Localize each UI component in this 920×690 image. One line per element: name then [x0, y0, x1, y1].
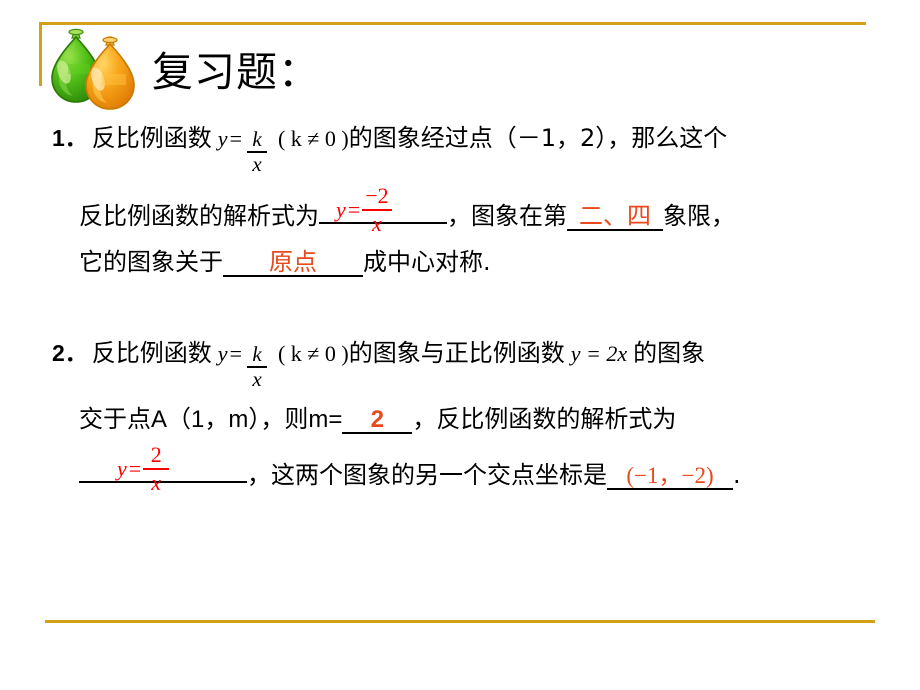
q1-answer-quadrant: 二、四 — [579, 202, 651, 230]
q1-answer-blank-quadrant[interactable]: 二、四 — [567, 204, 663, 231]
question-2: 2． 反比例函数 y = k x ( k ≠ 0 ) 的图象与正比例函数 y =… — [52, 341, 741, 507]
q1-formula-numerator: k — [252, 127, 262, 151]
q2-formula-denominator: x — [252, 367, 262, 391]
q2-l2-text-before: 交于点A（1，m），则m= — [79, 406, 343, 433]
question-1-line-2: 反比例函数的解析式为 y = −2 x ，图象在第 二、四 象限， — [52, 185, 735, 235]
q1-l1-text-after: 的图象经过点（－1，2），那么这个 — [348, 124, 728, 152]
q1-answer-numerator: −2 — [365, 183, 389, 208]
q2-answer-point: (−1，−2) — [626, 463, 714, 488]
q1-l3-text-before: 它的图象关于 — [79, 248, 223, 276]
question-1: 1． 反比例函数 y = k x ( k ≠ 0 ) 的图象经过点（－1，2），… — [52, 126, 735, 294]
question-1-line-3: 它的图象关于 原点 成中心对称. — [52, 250, 735, 277]
q1-formula-fraction: k x — [246, 127, 267, 176]
q2-l3-text-mid: ，这两个图象的另一个交点坐标是 — [247, 461, 607, 489]
q1-l2-text-mid: ，图象在第 — [447, 202, 567, 230]
q2-answer-y: y — [117, 456, 127, 481]
q2-l3-period: . — [733, 461, 741, 489]
q2-answer-m: 2 — [370, 406, 385, 433]
q1-answer-denominator: x — [372, 211, 382, 236]
question-2-line-1: 2． 反比例函数 y = k x ( k ≠ 0 ) 的图象与正比例函数 y =… — [52, 341, 741, 390]
q2-l1-text-after: 的图象 — [633, 339, 706, 367]
q2-formula-linear: y = 2x — [570, 341, 628, 366]
q1-l2-text-after: 象限， — [663, 202, 735, 230]
frame-top-rule — [39, 22, 866, 25]
q2-answer-blank-m[interactable]: 2 — [342, 406, 413, 434]
frame-left-rule — [39, 22, 42, 86]
q2-l2-text-after: ，反比例函数的解析式为 — [412, 405, 677, 433]
question-1-line-1: 1． 反比例函数 y = k x ( k ≠ 0 ) 的图象经过点（－1，2），… — [52, 126, 735, 175]
q1-l2-text-before: 反比例函数的解析式为 — [79, 202, 319, 230]
q1-formula-condition: ( k ≠ 0 ) — [277, 126, 349, 151]
q2-l1-text-before: 反比例函数 — [91, 339, 212, 367]
balloons-icon — [46, 28, 142, 112]
q2-answer-equals: = — [128, 456, 142, 481]
question-2-line-2: 交于点A（1，m），则m= 2 ，反比例函数的解析式为 — [52, 407, 741, 434]
q1-answer-blank-origin[interactable]: 原点 — [223, 250, 363, 277]
q1-l3-text-after: 成中心对称. — [363, 248, 491, 276]
q2-formula-condition: ( k ≠ 0 ) — [277, 341, 349, 366]
q2-answer-numerator: 2 — [150, 442, 162, 467]
slide-canvas: 复习题： 1． 反比例函数 y = k x ( k ≠ 0 ) 的图象经过点（－… — [0, 0, 920, 690]
q1-l1-text-before: 反比例函数 — [91, 124, 212, 152]
q1-answer-origin: 原点 — [269, 248, 317, 276]
q2-l1-text-mid: 的图象与正比例函数 — [348, 339, 565, 367]
frame-bottom-rule — [45, 620, 875, 623]
q2-formula-numerator: k — [252, 342, 262, 366]
q2-answer-expression: y = 2 x — [117, 442, 170, 495]
q2-formula-fraction: k x — [246, 342, 267, 391]
q2-answer-denominator: x — [151, 470, 162, 495]
q1-answer-equals: = — [347, 197, 361, 222]
q1-formula-equals: = — [229, 126, 242, 151]
q2-answer-blank-expression[interactable]: y = 2 x — [79, 444, 247, 494]
q2-answer-blank-point[interactable]: (−1，−2) — [607, 464, 733, 490]
q1-formula-denominator: x — [252, 152, 262, 176]
question-2-number: 2． — [52, 340, 88, 366]
q1-answer-expression: y = −2 x — [336, 185, 392, 235]
question-1-number: 1． — [52, 125, 88, 151]
q1-answer-y: y — [336, 197, 346, 222]
q2-formula-equals: = — [229, 341, 242, 366]
question-2-line-3: y = 2 x ，这两个图象的另一个交点坐标是 (−1，−2) . — [52, 444, 741, 494]
q1-answer-blank-expression[interactable]: y = −2 x — [319, 185, 447, 235]
page-title: 复习题： — [152, 48, 320, 96]
q1-formula-y: y — [217, 126, 228, 151]
q2-formula-y: y — [217, 341, 228, 366]
